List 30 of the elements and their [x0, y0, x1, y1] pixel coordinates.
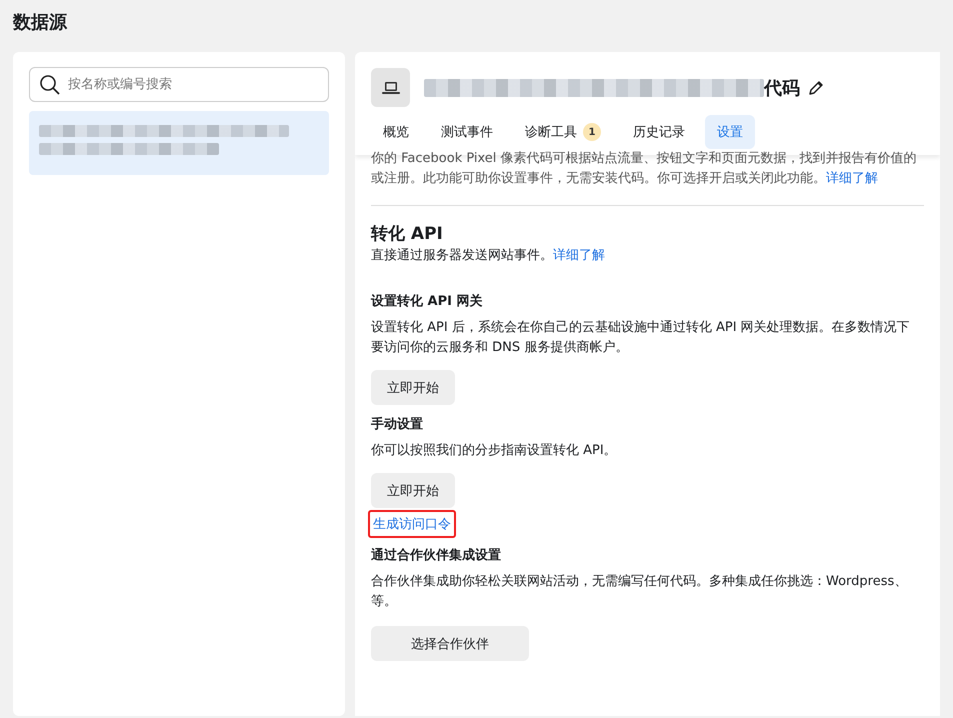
action-button[interactable]: 立即开始: [371, 370, 455, 405]
section-description: 直接通过服务器发送网站事件。: [371, 248, 553, 263]
body-text: 设置转化 API 后，系统会在你自己的云基础设施中通过转化 API 网关处理数据。在多数情况下: [371, 319, 910, 337]
body-text: 你的 Facebook Pixel 像素代码可根据站点流量、按钮文字和页面元数据，找到并报告有价值的: [371, 150, 918, 168]
subsection-heading: 通过合作伙伴集成设置: [371, 547, 501, 565]
body-text: 要访问你的云服务和 DNS 服务提供商帐户。: [371, 339, 630, 357]
search-field[interactable]: 按名称或编号搜索: [29, 67, 329, 102]
body-text: 等。: [371, 593, 398, 611]
learn-more-link[interactable]: 详细了解: [553, 248, 605, 263]
subsection-heading: 手动设置: [371, 416, 423, 434]
pixel-title: 代码: [764, 76, 800, 100]
section-title: 转化 API: [371, 223, 444, 246]
action-button[interactable]: 立即开始: [371, 473, 455, 508]
count-badge: 1: [583, 123, 601, 141]
tab[interactable]: 历史记录: [621, 115, 697, 149]
body-text: 合作伙伴集成助你轻松关联网站活动，无需编写任何代码。多种集成任你挑选：Wordpress、: [371, 573, 908, 591]
tab[interactable]: 测试事件: [429, 115, 505, 149]
laptop-icon: [371, 68, 410, 107]
tab[interactable]: 设置: [705, 115, 755, 149]
learn-more-link[interactable]: 详细了解: [826, 171, 878, 186]
pencil-icon[interactable]: [808, 80, 824, 96]
tab[interactable]: 概览: [371, 115, 421, 149]
search-icon: [39, 74, 61, 96]
token-link[interactable]: 生成访问口令: [368, 510, 456, 538]
body-text: 或注册。此功能可助你设置事件，无需安装代码。你可选择开启或关闭此功能。: [371, 171, 826, 186]
subsection-heading: 设置转化 API 网关: [371, 292, 482, 311]
body-text: 你可以按照我们的分步指南设置转化 API。: [371, 442, 617, 460]
tab[interactable]: 诊断工具 1: [513, 115, 613, 149]
action-button[interactable]: 选择合作伙伴: [371, 626, 529, 661]
page-title: 数据源: [13, 11, 68, 35]
